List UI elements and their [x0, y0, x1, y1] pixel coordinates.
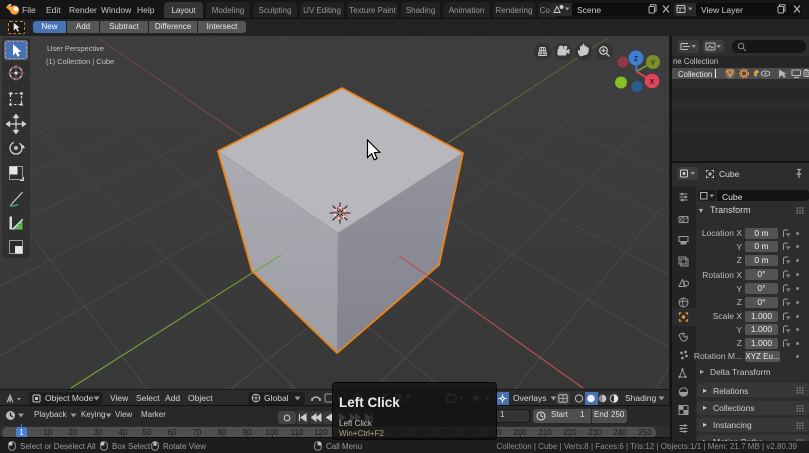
svg-text:Y: Y — [651, 60, 656, 67]
svg-text:X: X — [650, 79, 655, 86]
svg-text:Z: Z — [634, 56, 639, 63]
